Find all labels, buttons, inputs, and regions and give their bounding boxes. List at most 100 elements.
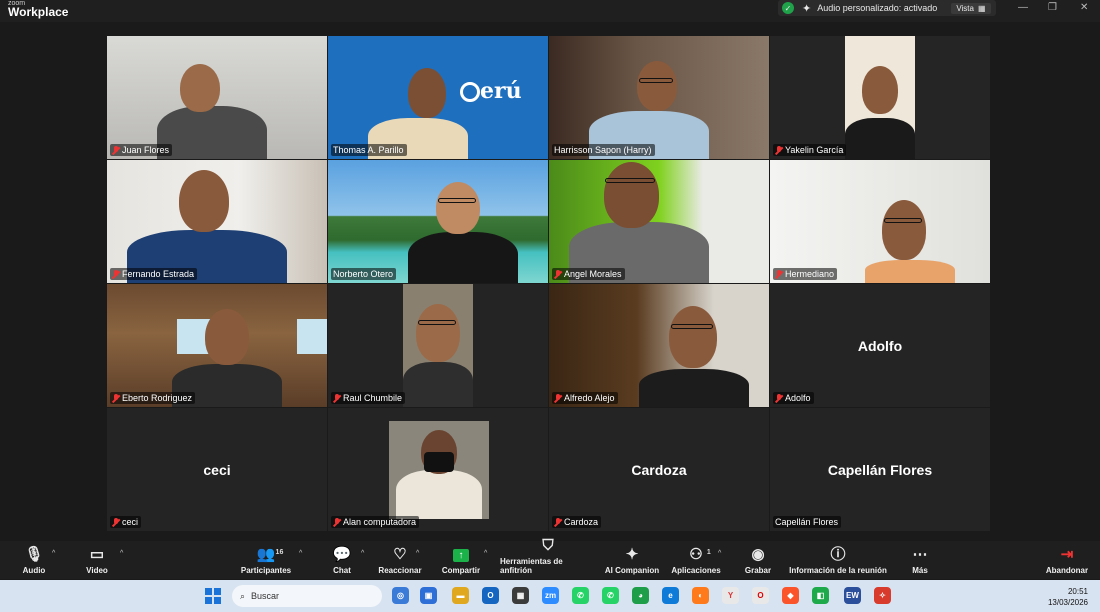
record-button[interactable]: ◉ Grabar (744, 541, 772, 579)
whatsapp-icon[interactable]: ✆ (572, 587, 589, 604)
chat-options-chevron-icon[interactable]: ^ (361, 550, 364, 557)
ai-companion-button[interactable]: ✦ AI Companion (604, 541, 660, 579)
peru-logo: erú (460, 78, 522, 104)
participants-button[interactable]: 👥 16 Participantes (240, 541, 292, 579)
participant-name-tag: Harrisson Sapon (Harry) (552, 144, 655, 156)
video-tile-no-video[interactable]: Cardoza Cardoza (549, 408, 769, 531)
leave-button[interactable]: ⇥ Abandonar (1044, 541, 1090, 579)
sparkle-icon: ✦ (802, 2, 812, 15)
participant-name-tag: Angel Morales (552, 268, 625, 280)
app-icon[interactable]: ▣ (420, 587, 437, 604)
video-tile-no-video[interactable]: ceci ceci (107, 408, 327, 531)
info-icon: ⓘ (830, 546, 846, 563)
meeting-toolbar: 🎙 Audio ^ ▭ Video ^ 👥 16 Participantes ^ 💬 Ch… (0, 537, 1100, 579)
outlook-icon[interactable]: O (482, 587, 499, 604)
video-tile-active-speaker[interactable]: Norberto Otero (328, 160, 548, 283)
share-options-chevron-icon[interactable]: ^ (484, 550, 487, 557)
audio-status-text: Audio personalizado: activado (817, 3, 938, 13)
video-tile[interactable]: Raul Chumbile (328, 284, 548, 407)
video-tile[interactable]: Harrisson Sapon (Harry) (549, 36, 769, 159)
participant-name-tag: Thomas A. Parillo (331, 144, 407, 156)
participant-name-tag: ceci (110, 516, 142, 528)
participant-display-name: Capellán Flores (827, 461, 933, 478)
microphone-icon: 🎙 (24, 546, 44, 563)
app-brand: Workplace (8, 5, 69, 19)
apps-icon: ⚇ 1 (689, 546, 711, 563)
video-tile[interactable]: Alan computadora (328, 408, 548, 531)
meeting-info-button[interactable]: ⓘ Información de la reunión (788, 541, 888, 579)
participant-name-tag: Raul Chumbile (331, 392, 406, 404)
system-clock[interactable]: 20:51 13/03/2026 (1048, 586, 1088, 608)
chrome-dev-icon[interactable]: ◕ (632, 587, 649, 604)
mic-muted-icon (554, 517, 561, 527)
ai-sparkle-icon: ✦ (625, 546, 639, 563)
video-tile[interactable]: Yakelin García (770, 36, 990, 159)
mic-muted-icon (112, 269, 119, 279)
title-bar: zoom Workplace ✓ ✦ Audio personalizado: … (0, 0, 1100, 22)
audio-options-chevron-icon[interactable]: ^ (52, 550, 55, 557)
mic-muted-icon (112, 517, 119, 527)
participant-name-tag: Hermediano (773, 268, 838, 280)
participant-name-tag: Adolfo (773, 392, 814, 404)
video-tile-no-video[interactable]: Adolfo Adolfo (770, 284, 990, 407)
mic-muted-icon (775, 393, 782, 403)
audio-button[interactable]: 🎙 Audio (20, 541, 48, 579)
video-options-chevron-icon[interactable]: ^ (120, 550, 123, 557)
minimize-icon[interactable]: — (1018, 2, 1028, 13)
more-icon: ⋯ (912, 546, 928, 563)
participants-options-chevron-icon[interactable]: ^ (299, 550, 302, 557)
taskbar-search[interactable]: ⌕ Buscar (232, 585, 382, 607)
apps-button[interactable]: ⚇ 1 Aplicaciones (671, 541, 720, 579)
restore-icon[interactable]: ❐ (1048, 2, 1057, 13)
more-button[interactable]: ⋯ Más (908, 541, 932, 579)
video-tile[interactable]: Alfredo Alejo (549, 284, 769, 407)
participant-display-name: Adolfo (857, 337, 903, 354)
video-gallery: Juan Flores erú Thomas A. Parillo Harris… (107, 36, 991, 536)
video-tile[interactable]: Eberto Rodriguez (107, 284, 327, 407)
video-tile[interactable]: Angel Morales (549, 160, 769, 283)
video-tile[interactable]: Hermediano (770, 160, 990, 283)
video-button[interactable]: ▭ Video (84, 541, 110, 579)
app-icon[interactable]: ▦ (512, 587, 529, 604)
host-tools-button[interactable]: ⛉ Herramientas de anfitrión (500, 537, 596, 579)
apps-options-chevron-icon[interactable]: ^ (718, 550, 721, 557)
app-icon[interactable]: EW (844, 587, 861, 604)
close-icon[interactable]: ✕ (1080, 2, 1088, 13)
os-taskbar: ⌕ Buscar ◎ ▣ ▬ O ▦ zm ✆ ✆ ◕ e ◐ Y O ◆ ◧ … (0, 580, 1100, 612)
edge-icon[interactable]: e (662, 587, 679, 604)
app-icon[interactable]: ◧ (812, 587, 829, 604)
heart-icon: ♡ (393, 546, 407, 563)
search-icon: ⌕ (240, 590, 246, 601)
chat-button[interactable]: 💬 Chat (330, 541, 354, 579)
windows-start-icon[interactable] (205, 588, 221, 604)
react-options-chevron-icon[interactable]: ^ (416, 550, 419, 557)
participant-name-tag: Norberto Otero (331, 268, 397, 280)
share-button[interactable]: ↑ Compartir (440, 541, 482, 579)
opera-icon[interactable]: O (752, 587, 769, 604)
participant-name-tag: Cardoza (552, 516, 602, 528)
mic-muted-icon (333, 393, 340, 403)
view-button[interactable]: Vista ▦ (951, 2, 991, 14)
video-tile[interactable]: Juan Flores (107, 36, 327, 159)
video-tile[interactable]: Fernando Estrada (107, 160, 327, 283)
participant-display-name: Cardoza (631, 461, 687, 478)
mic-muted-icon (775, 269, 782, 279)
firefox-icon[interactable]: ◐ (692, 587, 709, 604)
shield-icon: ⛉ (542, 537, 554, 554)
whatsapp-icon[interactable]: ✆ (602, 587, 619, 604)
participant-name-tag: Eberto Rodriguez (110, 392, 196, 404)
mic-muted-icon (554, 269, 561, 279)
video-tile-no-video[interactable]: Capellán Flores Capellán Flores (770, 408, 990, 531)
participants-icon: 👥 16 (256, 546, 284, 563)
react-button[interactable]: ♡ Reaccionar (378, 541, 422, 579)
leave-icon: ⇥ (1060, 546, 1074, 563)
app-icon[interactable]: ◎ (392, 587, 409, 604)
audio-status-pill[interactable]: ✓ ✦ Audio personalizado: activado Vista … (778, 0, 996, 16)
yandex-icon[interactable]: Y (722, 587, 739, 604)
participant-name-tag: Fernando Estrada (110, 268, 198, 280)
folder-icon[interactable]: ▬ (452, 587, 469, 604)
pdf-icon[interactable]: ✧ (874, 587, 891, 604)
video-tile[interactable]: erú Thomas A. Parillo (328, 36, 548, 159)
zoom-icon[interactable]: zm (542, 587, 559, 604)
brave-icon[interactable]: ◆ (782, 587, 799, 604)
